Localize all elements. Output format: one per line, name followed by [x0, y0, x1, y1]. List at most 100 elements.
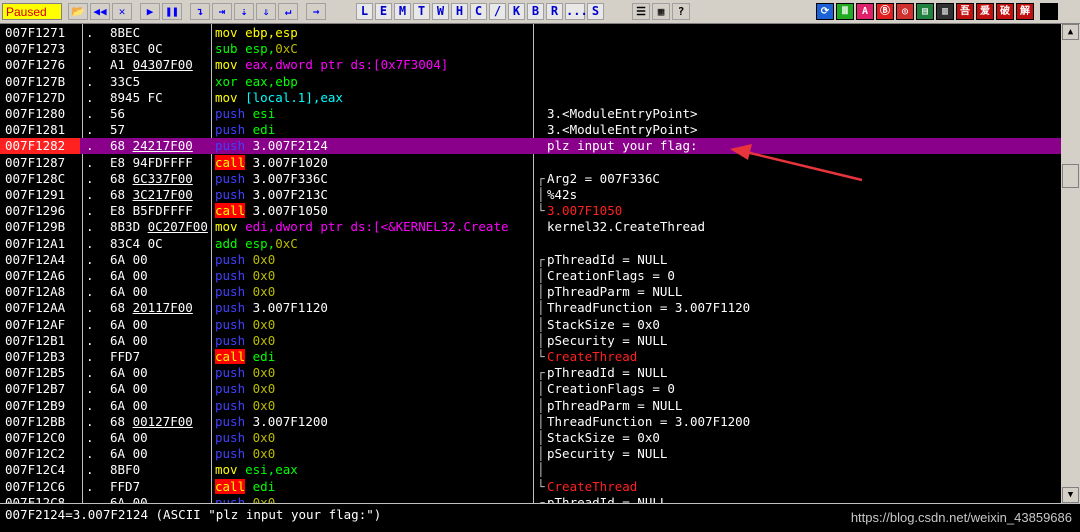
comment-text: pThreadId = NULL — [547, 365, 668, 381]
code-row[interactable]: 007F1287. E8 94FDFFFF call 3.007F1020 — [0, 154, 1061, 171]
code-row[interactable]: 007F129B. 8B3D 0C207F00 mov edi,dword ptr … — [0, 219, 1061, 235]
code-row[interactable]: 007F12A6. 6A 00 push 0x0 │ CreationFlags = 0 — [0, 268, 1061, 284]
comment-text: Arg2 = 007F336C — [547, 170, 660, 186]
chinese-plugin-3-icon[interactable]: 破 — [996, 3, 1014, 20]
comment-text: %42s — [547, 187, 578, 202]
hex-bytes: 8BF0 — [110, 462, 141, 478]
address-cell: 007F1291 — [5, 187, 66, 202]
disassembly-cell: xor eax,ebp — [215, 74, 531, 90]
green-plugin-icon[interactable]: Ⅲ — [836, 3, 854, 20]
trace-over-icon[interactable]: ⇓ — [256, 3, 276, 20]
refresh-plugin-icon[interactable]: ⟳ — [816, 3, 834, 20]
operand: 0x0 — [252, 381, 276, 397]
toolbar-c-button[interactable]: C — [470, 3, 487, 20]
b-plugin-icon[interactable]: Ⓑ — [876, 3, 894, 20]
toolbar-s-button[interactable]: S — [587, 3, 604, 20]
code-row[interactable]: 007F12C8. 6A 00 push 0x0 ┌ pThreadId = NULL — [0, 495, 1061, 503]
chinese-plugin-4-icon[interactable]: 解 — [1016, 3, 1034, 20]
code-row[interactable]: 007F128C. 68 6C337F00 push 3.007F336C ┌ Arg2… — [0, 171, 1061, 187]
disassembly-cell: push 0x0 — [215, 430, 531, 446]
run-icon[interactable]: ▶ — [140, 3, 160, 20]
list-icon[interactable]: ☰ — [632, 3, 650, 20]
scroll-up-icon[interactable]: ▲ — [1062, 24, 1079, 40]
open-icon[interactable]: 📂 — [68, 3, 88, 20]
rewind-icon[interactable]: ◀◀ — [90, 3, 110, 20]
a-plugin-icon[interactable]: A — [856, 3, 874, 20]
code-row[interactable]: 007F12C2. 6A 00 push 0x0 │ pSecurity = NULL — [0, 446, 1061, 462]
code-row[interactable]: 007F1296. E8 B5FDFFFF call 3.007F1050 └ 3.00… — [0, 203, 1061, 219]
scroll-down-icon[interactable]: ▼ — [1062, 487, 1079, 503]
operand: edi — [252, 478, 276, 494]
code-row[interactable]: 007F12B9. 6A 00 push 0x0 │ pThreadParm = NUL… — [0, 398, 1061, 414]
disassembly-cell: push 0x0 — [215, 252, 531, 268]
step-into-icon[interactable]: ↴ — [190, 3, 210, 20]
black-square-icon[interactable] — [1040, 3, 1058, 20]
toolbar-t-button[interactable]: T — [413, 3, 430, 20]
toolbar-slash-button[interactable]: / — [489, 3, 506, 20]
toolbar-l-button[interactable]: L — [356, 3, 373, 20]
bracket-glyph: ┌ — [537, 494, 545, 503]
code-row[interactable]: 007F12A8. 6A 00 push 0x0 │ pThreadParm = NUL… — [0, 284, 1061, 300]
hex-cell: 83EC 0C — [110, 41, 208, 57]
code-row[interactable]: 007F12BB. 68 00127F00 push 3.007F1200 │ Thre… — [0, 414, 1061, 430]
toolbar-w-button[interactable]: W — [432, 3, 449, 20]
code-row[interactable]: 007F12B7. 6A 00 push 0x0 │ CreationFlags = 0 — [0, 381, 1061, 397]
target-plugin-icon[interactable]: ◎ — [896, 3, 914, 20]
toolbar-k-button[interactable]: K — [508, 3, 525, 20]
disassembly-cell: push 3.007F1200 — [215, 414, 531, 430]
operand: esi,eax — [245, 462, 298, 478]
code-row[interactable]: 007F1271. 8BEC mov ebp,esp — [0, 25, 1061, 41]
help-icon[interactable]: ? — [672, 3, 690, 20]
vertical-scrollbar[interactable]: ▲ ▼ — [1061, 24, 1080, 503]
hex-cell: 6A 00 — [110, 252, 208, 268]
code-row[interactable]: 007F12A4. 6A 00 push 0x0 ┌ pThreadId = NULL — [0, 252, 1061, 268]
toolbar-h-button[interactable]: H — [451, 3, 468, 20]
disassembly-cell: push 0x0 — [215, 365, 531, 381]
code-row[interactable]: 007F12B3. FFD7 call edi └ CreateThread — [0, 349, 1061, 365]
disassembly-panel[interactable]: 007F1271. 8BEC mov ebp,esp 007F1273. 83EC 0C… — [0, 24, 1080, 503]
grid-icon[interactable]: ▦ — [652, 3, 670, 20]
code-row[interactable]: 007F12C6. FFD7 call edi └ CreateThread — [0, 478, 1061, 495]
toolbar-e-button[interactable]: E — [375, 3, 392, 20]
hex-cell: 8B3D 0C207F00 — [110, 219, 208, 235]
address-cell: 007F12AA — [5, 300, 66, 316]
toolbar-b-button[interactable]: B — [527, 3, 544, 20]
execute-till-return-icon[interactable]: ↵ — [278, 3, 298, 20]
mnemonic: mov — [215, 219, 238, 235]
chinese-plugin-1-icon[interactable]: 吾 — [956, 3, 974, 20]
address-cell: 007F128C — [5, 170, 66, 186]
code-row[interactable]: 007F12B1. 6A 00 push 0x0 │ pSecurity = NULL — [0, 333, 1061, 349]
trace-into-icon[interactable]: ⇣ — [234, 3, 254, 20]
mnemonic: push — [215, 446, 246, 462]
code-row[interactable]: 007F1280. 56 push esi 3.<ModuleEntryPoint> — [0, 106, 1061, 122]
code-row[interactable]: 007F12AF. 6A 00 push 0x0 │ StackSize = 0x0 — [0, 317, 1061, 333]
scroll-thumb[interactable] — [1062, 164, 1079, 188]
code-row[interactable]: 007F1273. 83EC 0C sub esp,0xC — [0, 41, 1061, 57]
disassembly-cell: call edi — [215, 349, 531, 365]
address-cell: 007F127D — [5, 89, 66, 105]
comment-text: plz input your flag: — [547, 138, 698, 154]
stack-plugin-icon[interactable]: ▥ — [936, 3, 954, 20]
code-row[interactable]: 007F127D. 8945 FC mov [local.1],eax — [0, 90, 1061, 106]
code-row[interactable]: 007F1291. 68 3C217F00 push 3.007F213C │ %42s — [0, 187, 1061, 203]
code-row[interactable]: 007F12A1. 83C4 0C add esp,0xC — [0, 236, 1061, 252]
code-row[interactable]: 007F1281. 57 push edi 3.<ModuleEntryPoint> — [0, 122, 1061, 138]
toolbar-r-button[interactable]: R — [546, 3, 563, 20]
toolbar-more-button[interactable]: ... — [565, 3, 588, 20]
code-row[interactable]: 007F12B5. 6A 00 push 0x0 ┌ pThreadId = NULL — [0, 365, 1061, 381]
code-row[interactable]: 007F12AA. 68 20117F00 push 3.007F1120 │ Thre… — [0, 300, 1061, 316]
step-over-icon[interactable]: ⇥ — [212, 3, 232, 20]
toolbar-m-button[interactable]: M — [394, 3, 411, 20]
chinese-plugin-2-icon[interactable]: 爱 — [976, 3, 994, 20]
address-cell: 007F12B1 — [5, 332, 66, 348]
code-row[interactable]: 007F12C0. 6A 00 push 0x0 │ StackSize = 0x0 — [0, 430, 1061, 446]
goto-icon[interactable]: → — [306, 3, 326, 20]
code-row[interactable]: 007F1276. A1 04307F00 mov eax,dword ptr ds… — [0, 57, 1061, 73]
code-row[interactable]: 007F12C4. 8BF0 mov esi,eax │ — [0, 462, 1061, 478]
table-plugin-icon[interactable]: ▤ — [916, 3, 934, 20]
marker-cell: . — [86, 430, 94, 445]
pause-icon[interactable]: ❚❚ — [162, 3, 182, 20]
close-icon[interactable]: ✕ — [112, 3, 132, 20]
selected-code-row[interactable]: 007F1282. 68 24217F00 push 3.007F2124 plz i… — [0, 138, 1061, 155]
code-row[interactable]: 007F127B. 33C5 xor eax,ebp — [0, 74, 1061, 90]
